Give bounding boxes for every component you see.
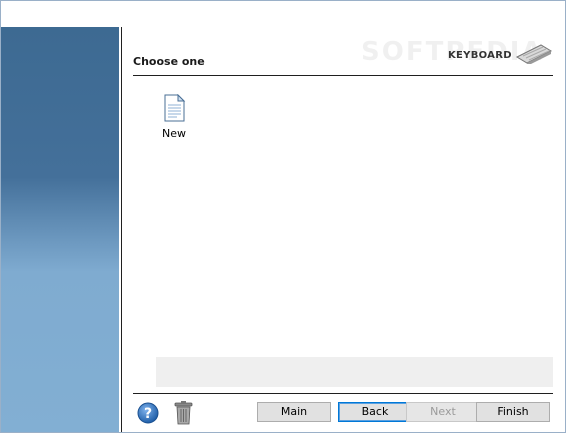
- keyboard-icon: [515, 44, 553, 64]
- next-button[interactable]: Next: [406, 402, 480, 422]
- svg-text:?: ?: [144, 406, 152, 422]
- help-icon[interactable]: ?: [137, 402, 159, 424]
- new-item-label: New: [162, 127, 186, 140]
- header: SOFTPEDIA Choose one KEYBOARD: [133, 33, 553, 75]
- header-divider: [133, 75, 553, 76]
- footer-divider: [133, 393, 553, 394]
- finish-button[interactable]: Finish: [476, 402, 550, 422]
- new-document-icon: [164, 94, 186, 122]
- sidebar-gradient-panel: [1, 27, 119, 432]
- back-button[interactable]: Back: [338, 402, 412, 422]
- main-button[interactable]: Main: [257, 402, 331, 422]
- info-panel: [156, 357, 553, 387]
- brand-label: KEYBOARD: [448, 50, 512, 61]
- trash-icon[interactable]: [174, 400, 193, 425]
- new-item[interactable]: New: [155, 94, 193, 144]
- page-title: Choose one: [133, 55, 205, 68]
- sidebar-divider: [119, 27, 124, 432]
- wizard-window: SOFTPEDIA Choose one KEYBOARD New ? Main…: [0, 0, 566, 433]
